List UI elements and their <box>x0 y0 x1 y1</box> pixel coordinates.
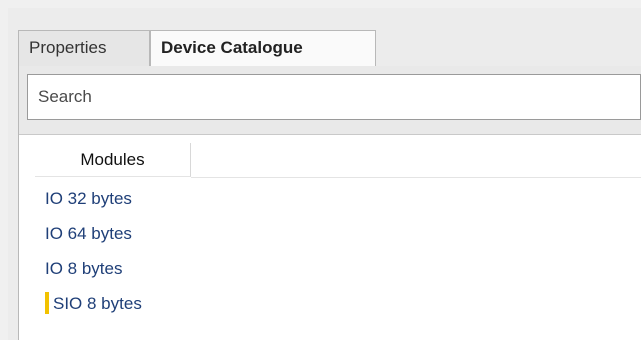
list-item-label: IO 8 bytes <box>45 259 123 278</box>
catalogue-panel: Properties Device Catalogue Modules IO 3… <box>8 8 641 340</box>
module-items: IO 32 bytes IO 64 bytes IO 8 bytes SIO 8… <box>45 181 142 321</box>
tab-strip: Properties Device Catalogue <box>18 30 641 67</box>
column-header-modules[interactable]: Modules <box>35 143 191 177</box>
list-item[interactable]: IO 32 bytes <box>45 181 142 216</box>
tab-properties[interactable]: Properties <box>18 30 150 66</box>
column-header-filler <box>191 143 641 178</box>
modules-list[interactable]: Modules IO 32 bytes IO 64 bytes IO 8 byt… <box>19 134 641 340</box>
search-box[interactable] <box>27 74 641 120</box>
list-item[interactable]: IO 8 bytes <box>45 251 142 286</box>
search-input[interactable] <box>28 75 640 119</box>
list-item-label: IO 64 bytes <box>45 224 132 243</box>
device-catalogue-content: Modules IO 32 bytes IO 64 bytes IO 8 byt… <box>18 66 641 340</box>
list-item-label: IO 32 bytes <box>45 189 132 208</box>
tab-device-catalogue[interactable]: Device Catalogue <box>150 30 376 67</box>
selection-marker <box>45 292 49 314</box>
list-item-label: SIO 8 bytes <box>53 294 142 313</box>
list-item[interactable]: SIO 8 bytes <box>45 286 142 321</box>
list-item[interactable]: IO 64 bytes <box>45 216 142 251</box>
